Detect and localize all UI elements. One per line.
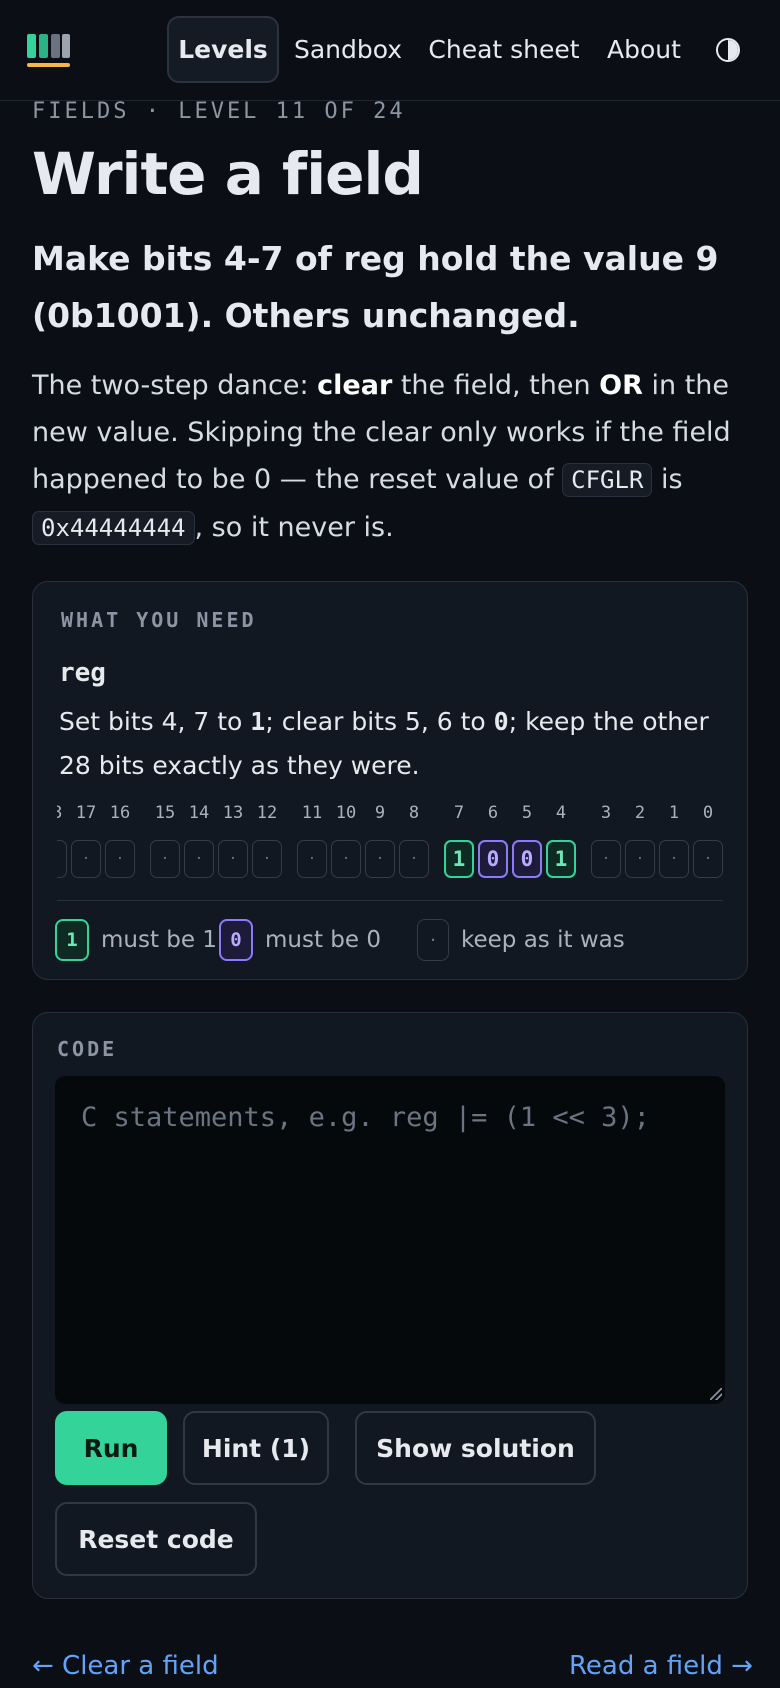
- theme-toggle-icon[interactable]: [716, 38, 740, 62]
- hint-button[interactable]: Hint (1): [183, 1411, 329, 1485]
- bit-18[interactable]: 18 ·: [57, 800, 67, 878]
- page-title: Write a field: [32, 140, 424, 208]
- bit-number: 16: [109, 803, 131, 823]
- code-editor[interactable]: [55, 1076, 725, 1404]
- nav-about[interactable]: About: [602, 16, 686, 83]
- app-logo-icon[interactable]: [27, 34, 71, 70]
- bit-number: 3: [600, 803, 612, 823]
- nav-sandbox[interactable]: Sandbox: [290, 16, 406, 83]
- bit-cell[interactable]: ·: [105, 840, 135, 878]
- bit-number: 1: [668, 803, 680, 823]
- bit-number: 0: [702, 803, 714, 823]
- legend-keep: · keep as it was: [417, 919, 625, 961]
- reset-code-button[interactable]: Reset code: [55, 1502, 257, 1576]
- bit-3[interactable]: 3 ·: [591, 800, 621, 878]
- bit-9[interactable]: 9 ·: [365, 800, 395, 878]
- bit-17[interactable]: 17 ·: [71, 800, 101, 878]
- bit-cell[interactable]: ·: [71, 840, 101, 878]
- bit-number: 10: [335, 803, 357, 823]
- bit-cell[interactable]: ·: [297, 840, 327, 878]
- bit-7[interactable]: 71: [444, 800, 474, 878]
- nav-cheat-sheet[interactable]: Cheat sheet: [424, 16, 584, 83]
- code-card: CODE Run Hint (1) Show solution Reset co…: [32, 1012, 748, 1599]
- legend-divider: [57, 900, 723, 901]
- bit-cell[interactable]: ·: [659, 840, 689, 878]
- register-name: reg: [59, 658, 106, 688]
- resize-grip-icon[interactable]: [710, 1388, 722, 1400]
- bit-16[interactable]: 16 ·: [105, 800, 135, 878]
- bit-cell[interactable]: ·: [693, 840, 723, 878]
- bit-15[interactable]: 15 ·: [150, 800, 180, 878]
- bit-0[interactable]: 0 ·: [693, 800, 723, 878]
- bit-cell[interactable]: ·: [252, 840, 282, 878]
- bit-number: 6: [487, 803, 499, 823]
- bit-10[interactable]: 10 ·: [331, 800, 361, 878]
- bit-cell[interactable]: ·: [331, 840, 361, 878]
- bit-cell[interactable]: ·: [591, 840, 621, 878]
- bit-12[interactable]: 12 ·: [252, 800, 282, 878]
- bit-cell[interactable]: ·: [365, 840, 395, 878]
- bit-number: 11: [301, 803, 323, 823]
- requirements-text: Set bits 4, 7 to 1; clear bits 5, 6 to 0…: [59, 707, 709, 780]
- bit-cell[interactable]: 0: [478, 840, 508, 878]
- bit-cell[interactable]: 1: [444, 840, 474, 878]
- bit-number: 2: [634, 803, 646, 823]
- legend-must-be-1: 1 must be 1: [55, 919, 217, 961]
- level-description: The two-step dance: clear the field, the…: [32, 370, 731, 545]
- code-cfglr: CFGLR: [562, 463, 653, 497]
- bit-cell[interactable]: ·: [57, 840, 67, 878]
- bit-cell[interactable]: ·: [218, 840, 248, 878]
- bit-13[interactable]: 13 ·: [218, 800, 248, 878]
- bit-cell[interactable]: ·: [184, 840, 214, 878]
- bit-14[interactable]: 14 ·: [184, 800, 214, 878]
- bit-number: 17: [75, 803, 97, 823]
- bit-number: 13: [222, 803, 244, 823]
- bit-cell[interactable]: ·: [625, 840, 655, 878]
- bit-cell[interactable]: 1: [546, 840, 576, 878]
- bit-cell[interactable]: ·: [150, 840, 180, 878]
- requirements-label: WHAT YOU NEED: [61, 608, 257, 632]
- bit-2[interactable]: 2 ·: [625, 800, 655, 878]
- bit-number: 18: [57, 803, 63, 823]
- bit-number: 4: [555, 803, 567, 823]
- bit-number: 8: [408, 803, 420, 823]
- code-label: CODE: [57, 1037, 118, 1061]
- level-task: Make bits 4-7 of reg hold the value 9 (0…: [32, 239, 719, 335]
- bit-number: 14: [188, 803, 210, 823]
- bit-number: 5: [521, 803, 533, 823]
- nav-levels[interactable]: Levels: [167, 16, 279, 83]
- bit-11[interactable]: 11 ·: [297, 800, 327, 878]
- bit-number: 9: [374, 803, 386, 823]
- bit-cell[interactable]: 0: [512, 840, 542, 878]
- prev-level-link[interactable]: ← Clear a field: [32, 1651, 219, 1681]
- bit-5[interactable]: 50: [512, 800, 542, 878]
- emphasis-clear: clear: [317, 370, 393, 401]
- run-button[interactable]: Run: [55, 1411, 167, 1485]
- code-reset-value: 0x44444444: [32, 511, 195, 545]
- bit-diagram[interactable]: 18·17·16·15·14·13·12·11·10·9·8·716050413…: [57, 800, 757, 890]
- requirements-card: WHAT YOU NEED reg Set bits 4, 7 to 1; cl…: [32, 581, 748, 980]
- bit-6[interactable]: 60: [478, 800, 508, 878]
- legend-must-be-0: 0 must be 0: [219, 919, 381, 961]
- top-nav: Levels Sandbox Cheat sheet About: [0, 0, 780, 101]
- next-level-link[interactable]: Read a field →: [569, 1651, 753, 1681]
- bit-number: 7: [453, 803, 465, 823]
- bit-4[interactable]: 41: [546, 800, 576, 878]
- level-eyebrow: FIELDS · LEVEL 11 OF 24: [32, 99, 406, 124]
- bit-number: 12: [256, 803, 278, 823]
- bit-cell[interactable]: ·: [399, 840, 429, 878]
- bit-8[interactable]: 8 ·: [399, 800, 429, 878]
- show-solution-button[interactable]: Show solution: [355, 1411, 596, 1485]
- bit-number: 15: [154, 803, 176, 823]
- emphasis-or: OR: [599, 370, 643, 401]
- bit-1[interactable]: 1 ·: [659, 800, 689, 878]
